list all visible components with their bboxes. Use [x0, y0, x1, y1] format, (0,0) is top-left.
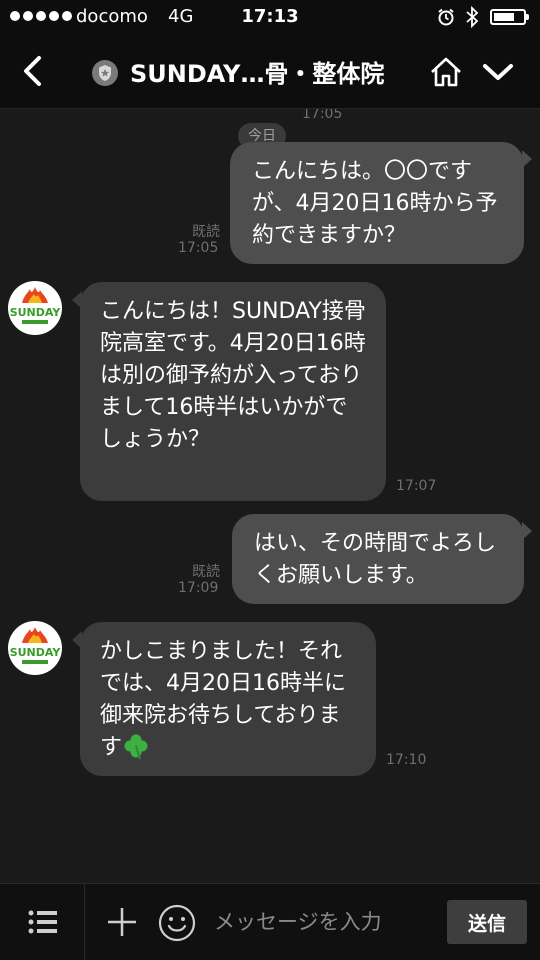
received-message-bubble[interactable]: かしこまりました！それでは、4月20日16時半に御来院お待ちしております — [80, 622, 376, 776]
avatar[interactable]: SUNDAY — [8, 281, 62, 335]
message-time: 17:05 — [178, 240, 219, 256]
avatar-label: SUNDAY — [10, 646, 62, 659]
message-input[interactable] — [214, 906, 434, 938]
send-button[interactable]: 送信 — [447, 900, 527, 944]
clock: 17:13 — [241, 6, 299, 27]
bluetooth-icon — [466, 6, 479, 28]
battery-icon — [490, 9, 529, 25]
sent-message-bubble[interactable]: はい、その時間でよろしくお願いします。 — [232, 514, 524, 604]
divider — [84, 884, 85, 960]
chat-title: SUNDAY…骨・整体院 — [130, 60, 385, 88]
chevron-down-icon[interactable] — [482, 62, 514, 82]
message-time: 17:09 — [178, 580, 219, 596]
chat-header: SUNDAY…骨・整体院 — [0, 36, 540, 109]
sent-message-bubble[interactable]: こんにちは。〇〇ですが、4月20日16時から予約できますか？ — [230, 142, 524, 264]
read-receipt: 既読 — [192, 224, 220, 240]
alarm-icon — [438, 8, 454, 26]
received-message-bubble[interactable]: こんにちは！SUNDAY接骨院高室です。4月20日16時は別の御予約が入っており… — [80, 282, 386, 501]
home-icon[interactable] — [428, 56, 464, 88]
official-badge-icon — [92, 60, 118, 86]
message-input-bar: 送信 — [0, 883, 540, 960]
menu-icon[interactable] — [28, 910, 58, 934]
emoji-icon[interactable] — [158, 904, 196, 942]
status-bar: docomo 4G 17:13 — [0, 0, 540, 36]
message-time: 17:05 — [302, 109, 343, 122]
avatar-label: SUNDAY — [10, 306, 62, 319]
message-time: 17:10 — [386, 752, 427, 768]
avatar[interactable]: SUNDAY — [8, 621, 62, 675]
message-time: 17:07 — [396, 478, 437, 494]
message-list[interactable]: 17:05 今日 既読 17:05 こんにちは。〇〇ですが、4月20日16時から… — [0, 109, 540, 883]
back-icon[interactable] — [18, 54, 48, 88]
clover-icon — [124, 734, 148, 760]
read-receipt: 既読 — [192, 564, 220, 580]
plus-icon[interactable] — [106, 906, 138, 938]
